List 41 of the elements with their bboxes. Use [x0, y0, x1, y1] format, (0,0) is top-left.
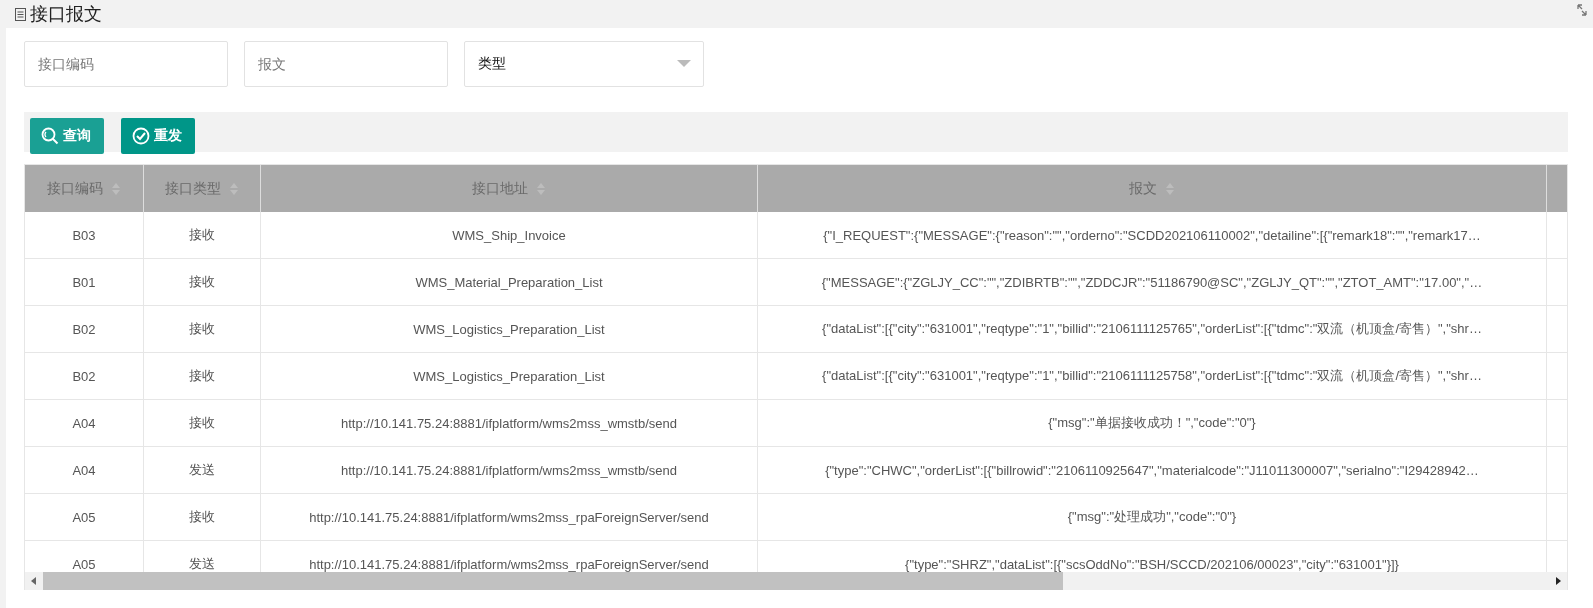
table-cell: http://10.141.75.24:8881/ifplatform/wms2mss_wmstb/send — [261, 400, 758, 446]
table-cell: 接收 — [144, 212, 261, 258]
table-cell: http://10.141.75.24:8881/ifplatform/wms2mss_rpaForeignServer/send — [261, 494, 758, 540]
expand-icon[interactable] — [1577, 4, 1587, 16]
table-cell: A04 — [25, 400, 144, 446]
panel-title: 接口报文 — [30, 3, 102, 26]
table-cell: B03 — [25, 212, 144, 258]
table-cell: A05 — [25, 494, 144, 540]
input-field[interactable]: 接口编码 — [24, 41, 228, 87]
table-cell: {"msg":"单据接收成功！","code":"0"} — [758, 400, 1547, 446]
table-cell: {"dataList":[{"city":"631001","reqtype":"1","billid":"2106111125765","orderList":[{"tdmc":"双流（机顶盒/寄售）","shr… — [758, 306, 1547, 352]
table-cell: WMS_Ship_Invoice — [261, 212, 758, 258]
table-cell: {"dataList":[{"city":"631001","reqtype":"1","billid":"2106111125758","orderList":[{"tdmc":"双流（机顶盒/寄售）","shr… — [758, 353, 1547, 399]
toolbar-button[interactable]: 查询 — [30, 118, 104, 154]
search-icon — [41, 127, 59, 145]
horizontal-scrollbar[interactable] — [25, 572, 1567, 590]
table-cell: 接收 — [144, 353, 261, 399]
table-cell: {"I_REQUEST":{"MESSAGE":{"reason":"","orderno":"SCDD202106110002","detailine":[{"remark18":"","remark17… — [758, 212, 1547, 258]
caret-icon — [677, 60, 691, 68]
table-cell: 发送 — [144, 447, 261, 493]
type-dropdown[interactable]: 类型 — [464, 41, 704, 87]
document-icon — [15, 7, 26, 21]
toolbar-button[interactable]: 重发 — [121, 118, 195, 154]
table-cell: B01 — [25, 259, 144, 305]
table-cell: B02 — [25, 306, 144, 352]
check-circle-icon — [132, 127, 150, 145]
table-cell: B02 — [25, 353, 144, 399]
table-cell: WMS_Material_Preparation_List — [261, 259, 758, 305]
table-cell: 接收 — [144, 400, 261, 446]
table-cell: A04 — [25, 447, 144, 493]
table-cell: WMS_Logistics_Preparation_List — [261, 306, 758, 352]
table-cell: {"msg":"处理成功","code":"0"} — [758, 494, 1547, 540]
table-cell: http://10.141.75.24:8881/ifplatform/wms2mss_wmstb/send — [261, 447, 758, 493]
table-cell: {"MESSAGE":{"ZGLJY_CC":"","ZDIBRTB":"","ZDDCJR":"51186790@SC","ZGLJY_QT":"","ZTOT_AMT":"17.00","… — [758, 259, 1547, 305]
table-cell: {"type":"CHWC","orderList":[{"billrowid":"2106110925647","materialcode":"J11011300007","serialno":"I29428942… — [758, 447, 1547, 493]
table-cell: WMS_Logistics_Preparation_List — [261, 353, 758, 399]
column-header[interactable]: 报文 — [758, 165, 1547, 212]
table-cell: 接收 — [144, 306, 261, 352]
table-cell: 接收 — [144, 259, 261, 305]
table-cell: 接收 — [144, 494, 261, 540]
input-field[interactable]: 报文 — [244, 41, 448, 87]
